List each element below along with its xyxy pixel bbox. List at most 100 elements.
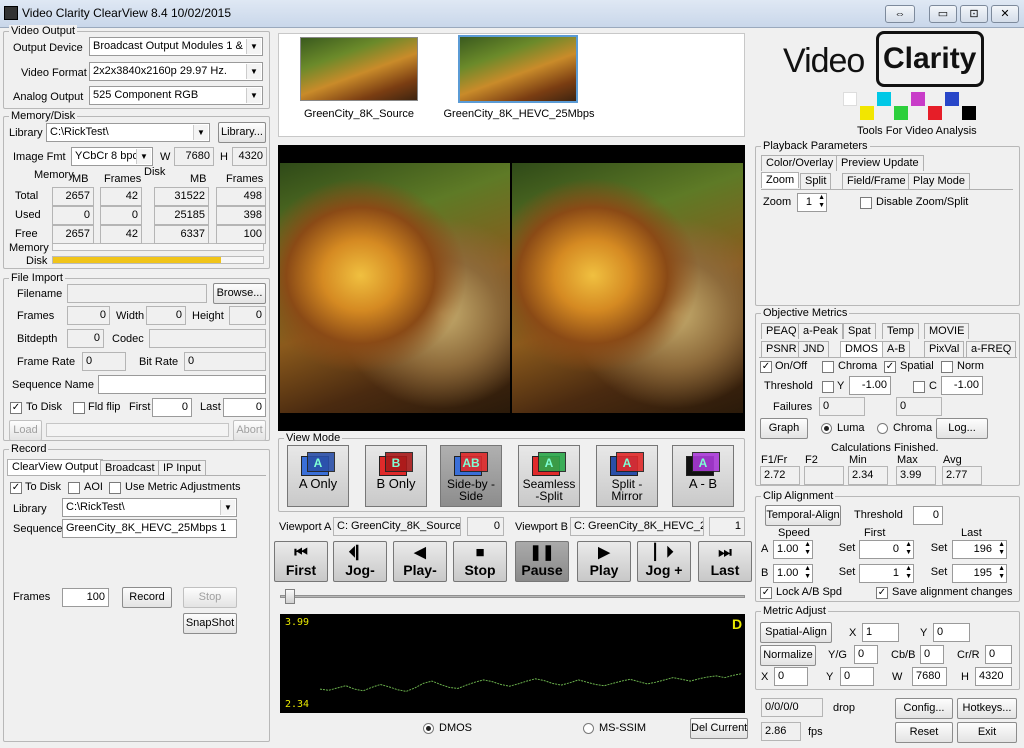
aoi-w-field[interactable]: 7680 xyxy=(912,667,947,686)
threshold-c-field[interactable]: -1.00 xyxy=(941,376,983,395)
chroma-radio[interactable] xyxy=(877,423,888,434)
hotkeys-button[interactable]: Hotkeys... xyxy=(957,698,1017,719)
minimize-button[interactable]: ▭ xyxy=(929,5,957,23)
tab-field-frame[interactable]: Field/Frame xyxy=(842,173,911,189)
ms-ssim-radio[interactable] xyxy=(583,723,594,734)
tab-preview-update[interactable]: Preview Update xyxy=(836,155,924,171)
clip-b-last-set-button[interactable]: Set xyxy=(928,563,950,584)
metric-tab[interactable]: DMOS xyxy=(840,341,883,357)
record-button[interactable]: Record xyxy=(122,587,172,608)
reset-button[interactable]: Reset xyxy=(895,722,953,743)
clip-a-last[interactable]: 196 ▲ ▼ xyxy=(952,540,1007,559)
metric-tab[interactable]: PixVal xyxy=(924,341,965,357)
spatial-checkbox[interactable]: ✓ xyxy=(884,361,896,373)
threshold-y-field[interactable]: -1.00 xyxy=(849,376,891,395)
view-mode-button[interactable]: A A - B xyxy=(672,445,734,507)
temporal-align-button[interactable]: Temporal-Align xyxy=(765,505,841,526)
threshold-y-checkbox[interactable] xyxy=(822,381,834,393)
adjust-y-field[interactable]: 0 xyxy=(933,623,970,642)
save-alignment-checkbox[interactable]: ✓ xyxy=(876,587,888,599)
sequence-name-field[interactable] xyxy=(98,375,266,394)
transport-button[interactable]: ▏⏵ Jog + xyxy=(637,541,691,582)
browse-button[interactable]: Browse... xyxy=(213,283,266,304)
aoi-checkbox[interactable] xyxy=(68,482,80,494)
tab-split[interactable]: Split xyxy=(800,173,832,189)
tab-ip-input[interactable]: IP Input xyxy=(158,460,206,476)
clip-b-last[interactable]: 195 ▲ ▼ xyxy=(952,564,1007,583)
fld-flip-checkbox[interactable] xyxy=(73,402,85,414)
to-disk-checkbox[interactable]: ✓ xyxy=(10,402,22,414)
metric-tab[interactable]: MOVIE xyxy=(924,323,970,339)
metric-tab[interactable]: JND xyxy=(798,341,830,357)
crr-field[interactable]: 0 xyxy=(985,645,1012,664)
load-button[interactable]: Load xyxy=(9,420,42,441)
tab-clearview-output[interactable]: ClearView Output xyxy=(7,459,104,475)
disable-zoom-split-checkbox[interactable] xyxy=(860,197,872,209)
onoff-checkbox[interactable]: ✓ xyxy=(760,361,772,373)
log-button[interactable]: Log... xyxy=(936,418,988,439)
first-field[interactable]: 0 xyxy=(152,398,192,417)
snapshot-button[interactable]: SnapShot xyxy=(183,613,237,634)
timeline-slider-handle[interactable] xyxy=(285,589,295,604)
close-button[interactable]: ✕ xyxy=(991,5,1019,23)
metric-adjustments-checkbox[interactable] xyxy=(109,482,121,494)
clip-a-last-set-button[interactable]: Set xyxy=(928,539,950,560)
output-device-select[interactable]: Broadcast Output Modules 1 & 2 ▼ xyxy=(89,37,263,56)
record-frames-field[interactable]: 100 xyxy=(62,588,109,607)
yg-field[interactable]: 0 xyxy=(854,645,878,664)
threshold-c-checkbox[interactable] xyxy=(913,381,925,393)
view-mode-button[interactable]: AB Side-by -Side xyxy=(440,445,502,507)
aoi-x-field[interactable]: 0 xyxy=(774,667,808,686)
aoi-y-field[interactable]: 0 xyxy=(840,667,874,686)
transport-button[interactable]: ⏮ First xyxy=(274,541,328,582)
cbb-field[interactable]: 0 xyxy=(920,645,944,664)
clip-a-speed[interactable]: 1.00 ▲ ▼ xyxy=(773,540,813,559)
graph-button[interactable]: Graph xyxy=(760,418,808,439)
clip-b-first[interactable]: 1 ▲ ▼ xyxy=(859,564,914,583)
metric-tab[interactable]: a-Peak xyxy=(798,323,843,339)
norm-checkbox[interactable] xyxy=(941,361,953,373)
library-button[interactable]: Library... xyxy=(218,122,266,143)
transport-button[interactable]: ❚❚ Pause xyxy=(515,541,569,582)
adjust-x-field[interactable]: 1 xyxy=(862,623,899,642)
normalize-button[interactable]: Normalize xyxy=(760,645,816,666)
align-threshold-field[interactable]: 0 xyxy=(913,506,943,525)
view-mode-button[interactable]: A Split - Mirror xyxy=(596,445,658,507)
record-sequence-field[interactable]: GreenCity_8K_HEVC_25Mbps 1 xyxy=(62,519,237,538)
video-format-select[interactable]: 2x2x3840x2160p 29.97 Hz. ▼ xyxy=(89,62,263,81)
metric-tab[interactable]: PEAQ xyxy=(761,323,802,339)
view-mode-button[interactable]: A A Only xyxy=(287,445,349,507)
exit-button[interactable]: Exit xyxy=(957,722,1017,743)
restore-arrows-icon[interactable]: ⇔ xyxy=(885,5,915,23)
metric-tab[interactable]: Temp xyxy=(882,323,919,339)
tab-play-mode[interactable]: Play Mode xyxy=(908,173,970,189)
record-library-select[interactable]: C:\RickTest\ ▼ xyxy=(62,498,237,517)
config-button[interactable]: Config... xyxy=(895,698,953,719)
luma-radio[interactable] xyxy=(821,423,832,434)
zoom-spinner[interactable]: 1 ▲ ▼ xyxy=(797,193,827,212)
metric-tab[interactable]: Spat xyxy=(843,323,876,339)
aoi-h-field[interactable]: 4320 xyxy=(975,667,1012,686)
maximize-button[interactable]: ⊡ xyxy=(960,5,988,23)
view-mode-button[interactable]: B B Only xyxy=(365,445,427,507)
tab-color-overlay[interactable]: Color/Overlay xyxy=(761,155,839,171)
clip-b-speed[interactable]: 1.00 ▲ ▼ xyxy=(773,564,813,583)
analog-output-select[interactable]: 525 Component RGB ▼ xyxy=(89,86,263,105)
abort-button[interactable]: Abort xyxy=(233,420,266,441)
thumbnail-hevc[interactable] xyxy=(458,35,578,103)
transport-button[interactable]: ◀ Play- xyxy=(393,541,447,582)
stop-record-button[interactable]: Stop xyxy=(183,587,237,608)
spatial-align-button[interactable]: Spatial-Align xyxy=(760,622,832,643)
dmos-radio[interactable] xyxy=(423,723,434,734)
thumbnail-source[interactable] xyxy=(300,37,418,101)
metric-tab[interactable]: PSNR xyxy=(761,341,802,357)
transport-button[interactable]: ⏭ Last xyxy=(698,541,752,582)
metric-tab[interactable]: A-B xyxy=(882,341,911,357)
chroma-checkbox[interactable] xyxy=(822,361,834,373)
last-field[interactable]: 0 xyxy=(223,398,266,417)
tab-broadcast[interactable]: Broadcast xyxy=(100,460,160,476)
library-select[interactable]: C:\RickTest\ ▼ xyxy=(46,123,210,142)
metric-graph[interactable]: 3.99 2.34 D xyxy=(280,614,745,713)
record-to-disk-checkbox[interactable]: ✓ xyxy=(10,482,22,494)
del-current-button[interactable]: Del Current xyxy=(690,718,748,739)
